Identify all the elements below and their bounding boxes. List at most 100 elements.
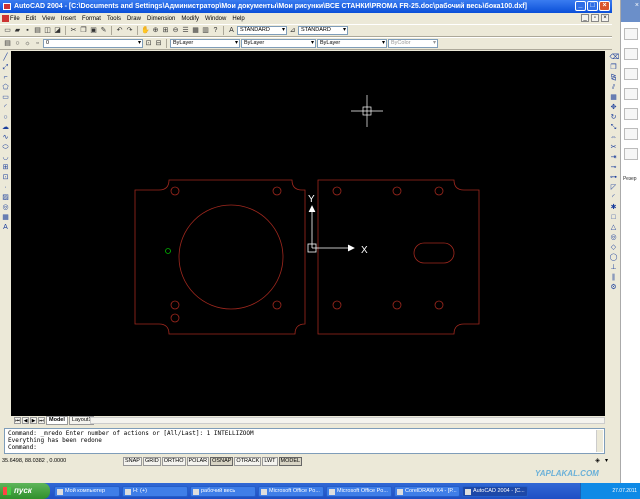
stretch-icon[interactable]: ⇔	[610, 134, 618, 142]
region-icon[interactable]: ◎	[2, 204, 10, 212]
pane-item-icon[interactable]	[624, 88, 638, 100]
start-button[interactable]: пуск	[0, 483, 50, 499]
task-coreldraw[interactable]: CorelDRAW X4 - [Р...	[394, 485, 460, 497]
preview-icon[interactable]: ◫	[43, 26, 52, 35]
task-office-2[interactable]: Microsoft Office Po...	[326, 485, 392, 497]
doc-close-icon[interactable]: ×	[601, 14, 609, 22]
polyline-icon[interactable]: ⌐	[2, 74, 10, 82]
line-icon[interactable]: ╱	[2, 54, 10, 62]
document-menu-icon[interactable]	[2, 15, 9, 22]
polar-toggle[interactable]: POLAR	[186, 456, 210, 466]
make-current-icon[interactable]: ⊡	[144, 39, 153, 48]
open-icon[interactable]: ▰	[13, 26, 22, 35]
lineweight-select[interactable]: ByLayer	[317, 39, 387, 48]
copy-icon[interactable]: ❐	[79, 26, 88, 35]
circle-icon[interactable]: ○	[2, 114, 10, 122]
task-autocad[interactable]: AutoCAD 2004 - [C...	[462, 485, 528, 497]
ellipse-arc-icon[interactable]: ◡	[2, 154, 10, 162]
ellipse-icon[interactable]: ⬭	[2, 144, 10, 152]
doc-minimize-icon[interactable]: _	[581, 14, 589, 22]
trim-icon[interactable]: ✂	[610, 144, 618, 152]
pane-item-icon[interactable]	[624, 148, 638, 160]
pan-icon[interactable]: ✋	[141, 26, 150, 35]
revcloud-icon[interactable]: ☁	[2, 124, 10, 132]
cut-icon[interactable]: ✂	[69, 26, 78, 35]
lwt-toggle[interactable]: LWT	[262, 456, 278, 466]
arc-icon[interactable]: ◜	[2, 104, 10, 112]
task-folder[interactable]: рабочий весь	[190, 485, 256, 497]
explode-icon[interactable]: ✱	[610, 204, 618, 212]
snap-settings-icon[interactable]: ⚙	[610, 284, 618, 292]
layer-select[interactable]: 0	[43, 39, 143, 48]
xline-icon[interactable]: ⤢	[2, 64, 10, 72]
matchprop-icon[interactable]: ✎	[99, 26, 108, 35]
maximize-button[interactable]: □	[587, 1, 598, 11]
zoom-window-icon[interactable]: ⊞	[161, 26, 170, 35]
mirror-icon[interactable]: ⧎	[610, 74, 618, 82]
menu-tools[interactable]: Tools	[107, 16, 121, 22]
pane-item-icon[interactable]	[624, 128, 638, 140]
menu-window[interactable]: Window	[205, 16, 226, 22]
menu-format[interactable]: Format	[82, 16, 101, 22]
grid-toggle[interactable]: GRID	[142, 456, 161, 466]
snap-tangent-icon[interactable]: ◯	[610, 254, 618, 262]
next-tab-icon[interactable]: ▶	[30, 417, 37, 424]
first-tab-icon[interactable]: ⏮	[14, 417, 21, 424]
snap-parallel-icon[interactable]: ∥	[610, 274, 618, 282]
color-select[interactable]: ByLayer	[170, 39, 240, 48]
redo-icon[interactable]: ↷	[125, 26, 134, 35]
extend-icon[interactable]: ⇥	[610, 154, 618, 162]
horizontal-scrollbar[interactable]	[90, 417, 605, 424]
doc-restore-icon[interactable]: ▫	[591, 14, 599, 22]
text-style-select[interactable]: STANDARD	[237, 26, 287, 35]
comm-center-icon[interactable]: ◈	[594, 458, 601, 465]
otrack-toggle[interactable]: OTRACK	[234, 456, 262, 466]
menu-draw[interactable]: Draw	[127, 16, 141, 22]
properties-icon[interactable]: ☰	[181, 26, 190, 35]
move-icon[interactable]: ✥	[610, 104, 618, 112]
fillet-icon[interactable]: ◜	[610, 194, 618, 202]
array-icon[interactable]: ▦	[610, 94, 618, 102]
copy-object-icon[interactable]: ❐	[610, 64, 618, 72]
hatch-icon[interactable]: ▨	[2, 194, 10, 202]
dim-style-select[interactable]: STANDARD	[298, 26, 348, 35]
menu-dimension[interactable]: Dimension	[147, 16, 175, 22]
help-icon[interactable]: ?	[211, 26, 220, 35]
table-icon[interactable]: ▦	[2, 214, 10, 222]
print-icon[interactable]: ▤	[33, 26, 42, 35]
close-pane-icon[interactable]: ×	[635, 2, 639, 9]
erase-icon[interactable]: ⌫	[610, 54, 620, 62]
mtext-icon[interactable]: A	[2, 224, 10, 232]
model-toggle[interactable]: MODEL	[278, 456, 303, 466]
pane-item-icon[interactable]	[624, 28, 638, 40]
designcenter-icon[interactable]: ▦	[191, 26, 200, 35]
menu-help[interactable]: Help	[232, 16, 244, 22]
zoom-previous-icon[interactable]: ⊖	[171, 26, 180, 35]
menu-file[interactable]: File	[10, 16, 20, 22]
prev-tab-icon[interactable]: ◀	[22, 417, 29, 424]
snap-toggle[interactable]: SNAP	[123, 456, 142, 466]
save-icon[interactable]: ▪	[23, 26, 32, 35]
osnap-toggle[interactable]: OSNAP	[210, 456, 234, 466]
rectangle-icon[interactable]: ▭	[2, 94, 10, 102]
snap-perpendicular-icon[interactable]: ⊥	[610, 264, 618, 272]
menu-insert[interactable]: Insert	[61, 16, 76, 22]
menu-edit[interactable]: Edit	[26, 16, 36, 22]
drawing-area[interactable]: Y X	[11, 51, 605, 416]
pane-item-icon[interactable]	[624, 48, 638, 60]
scale-icon[interactable]: ⤡	[610, 124, 618, 132]
zoom-realtime-icon[interactable]: ⊕	[151, 26, 160, 35]
offset-icon[interactable]: ⫽	[610, 84, 618, 92]
spline-icon[interactable]: ∿	[2, 134, 10, 142]
menu-modify[interactable]: Modify	[181, 16, 199, 22]
undo-icon[interactable]: ↶	[115, 26, 124, 35]
command-window[interactable]: Command: _mredo Enter number of actions …	[4, 428, 605, 454]
close-button[interactable]: ×	[599, 1, 610, 11]
title-bar[interactable]: AutoCAD 2004 - [C:\Documents and Setting…	[0, 0, 612, 13]
make-block-icon[interactable]: ⊡	[2, 174, 10, 182]
menu-view[interactable]: View	[42, 16, 55, 22]
task-drive-h[interactable]: H: (+)	[122, 485, 188, 497]
pane-item-icon[interactable]	[624, 108, 638, 120]
minimize-button[interactable]: _	[575, 1, 586, 11]
task-office-1[interactable]: Microsoft Office Po...	[258, 485, 324, 497]
